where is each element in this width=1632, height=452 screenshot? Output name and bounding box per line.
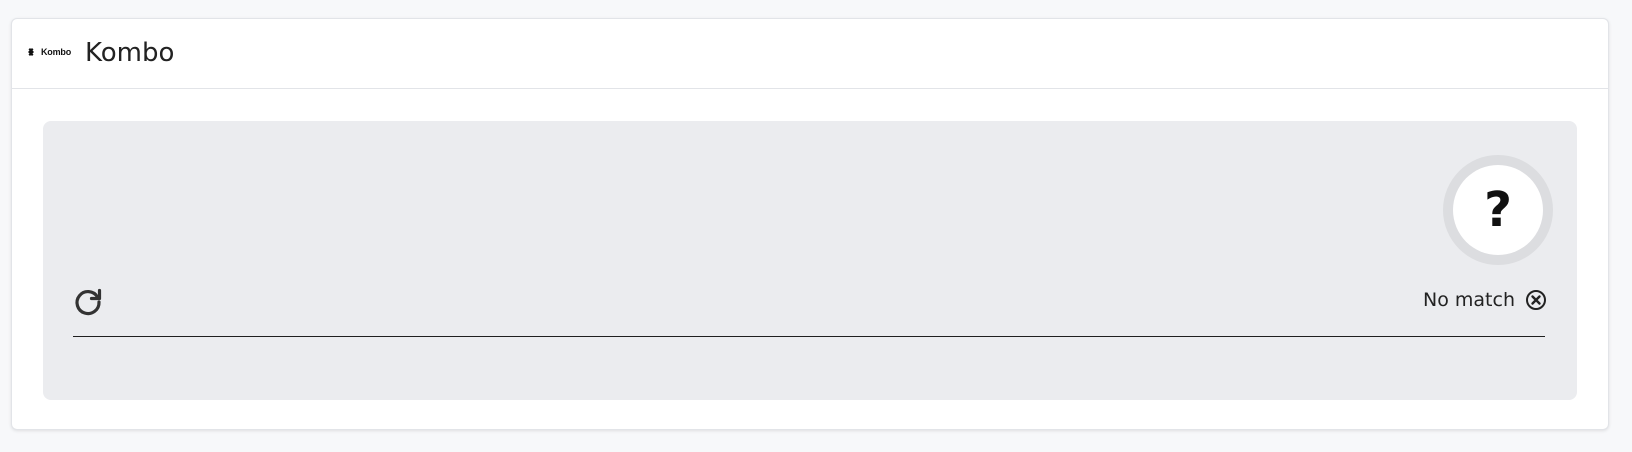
close-circle-icon <box>1526 290 1546 310</box>
logo-text: Kombo <box>41 47 71 57</box>
connection-panel: ? No match <box>43 121 1577 400</box>
kombo-logo: Kombo <box>28 46 71 58</box>
card-header: Kombo Kombo <box>12 19 1608 89</box>
divider <box>73 336 1545 337</box>
status-text: No match <box>1423 289 1515 311</box>
card-title: Kombo <box>85 38 175 68</box>
logo-arrow-icon <box>28 48 34 56</box>
integration-card: Kombo Kombo ? No match <box>11 18 1609 430</box>
avatar: ? <box>1443 155 1553 265</box>
question-mark-icon: ? <box>1453 165 1543 255</box>
match-status: No match <box>1423 289 1547 311</box>
refresh-icon[interactable] <box>72 286 104 318</box>
